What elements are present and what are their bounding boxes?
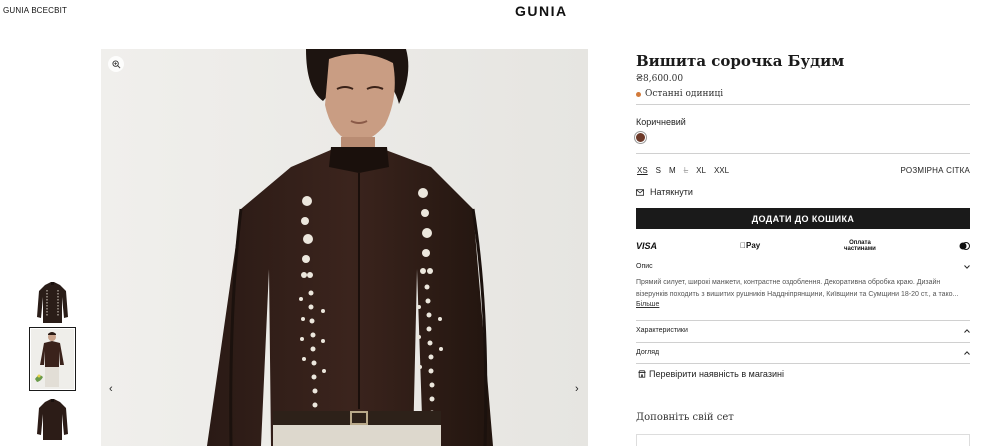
payment-methods: VISA Pay Оплата частинами xyxy=(636,239,970,253)
shirt-back-thumbnail-image xyxy=(37,399,68,440)
pay-in-parts-logo: Оплата частинами xyxy=(844,240,876,252)
size-option-l[interactable]: L xyxy=(684,166,688,175)
thumbnail-back[interactable] xyxy=(31,392,74,446)
complete-set-carousel xyxy=(636,434,970,446)
divider xyxy=(636,153,970,154)
description-paragraph: Прямий силует, широкі манжети, контрастн… xyxy=(636,279,959,298)
shirt-front-thumbnail-image xyxy=(37,282,68,323)
complete-set-title: Доповніть свій сет xyxy=(636,412,734,423)
brand-logo[interactable]: GUNIA xyxy=(515,3,568,19)
model-thumbnail-image xyxy=(31,329,74,389)
stock-status: Останні одиниці xyxy=(636,89,723,99)
accordion-specs-header[interactable]: Характеристики xyxy=(636,327,970,334)
description-more-link[interactable]: Більше xyxy=(636,301,659,308)
model-wearing-shirt-image xyxy=(101,49,588,446)
prev-image-arrow[interactable]: ‹ xyxy=(109,383,113,395)
thumbnail-front[interactable] xyxy=(31,275,74,335)
size-chart-link[interactable]: РОЗМІРНА СІТКА xyxy=(901,166,970,175)
product-title: Вишита сорочка Будим xyxy=(636,52,845,70)
size-option-xs[interactable]: XS xyxy=(637,166,648,175)
description-text: Прямий силует, широкі манжети, контрастн… xyxy=(636,277,970,301)
color-swatch-brown[interactable] xyxy=(634,131,647,144)
thumbnail-model[interactable] xyxy=(29,327,76,391)
color-name: Коричневий xyxy=(636,117,686,127)
top-nav-link-vsesvit[interactable]: GUNIA ВСЕСВІТ xyxy=(3,6,67,15)
check-store-availability[interactable]: Перевірити наявність в магазині xyxy=(638,369,784,379)
divider xyxy=(636,104,970,105)
apple-pay-logo: Pay xyxy=(740,241,760,250)
main-product-image[interactable] xyxy=(101,49,588,446)
chevron-up-icon xyxy=(964,328,970,333)
size-option-s[interactable]: S xyxy=(656,166,661,175)
accordion-description-header[interactable]: Опис xyxy=(636,263,970,270)
size-option-m[interactable]: M xyxy=(669,166,676,175)
zoom-button[interactable] xyxy=(108,56,124,72)
divider xyxy=(636,342,970,343)
apple-pay-label: Pay xyxy=(740,241,760,250)
pay-in-parts-line2: частинами xyxy=(844,246,876,252)
check-store-label: Перевірити наявність в магазині xyxy=(649,369,784,379)
accordion-care-header[interactable]: Догляд xyxy=(636,349,970,356)
envelope-icon xyxy=(636,188,644,196)
accordion-description-label: Опис xyxy=(636,263,653,270)
divider xyxy=(636,363,970,364)
mastercard-icon xyxy=(959,242,970,250)
accordion-care-label: Догляд xyxy=(636,349,660,356)
chevron-up-icon xyxy=(964,350,970,355)
hint-button[interactable]: Натякнути xyxy=(636,187,693,197)
size-option-xxl[interactable]: XXL xyxy=(714,166,729,175)
size-option-xl[interactable]: XL xyxy=(696,166,706,175)
store-icon xyxy=(638,370,646,378)
hint-label: Натякнути xyxy=(650,187,693,197)
next-image-arrow[interactable]: › xyxy=(575,383,579,395)
divider xyxy=(636,320,970,321)
accordion-specs-label: Характеристики xyxy=(636,327,688,334)
stock-status-label: Останні одиниці xyxy=(645,89,724,99)
size-selector: XS S M L XL XXL xyxy=(637,166,729,175)
product-price: ₴8,600.00 xyxy=(636,74,684,84)
visa-logo: VISA xyxy=(636,241,658,251)
zoom-icon xyxy=(111,59,120,68)
chevron-down-icon xyxy=(964,264,970,269)
stock-status-dot-icon xyxy=(636,91,641,97)
add-to-cart-button[interactable]: ДОДАТИ ДО КОШИКА xyxy=(636,208,970,229)
